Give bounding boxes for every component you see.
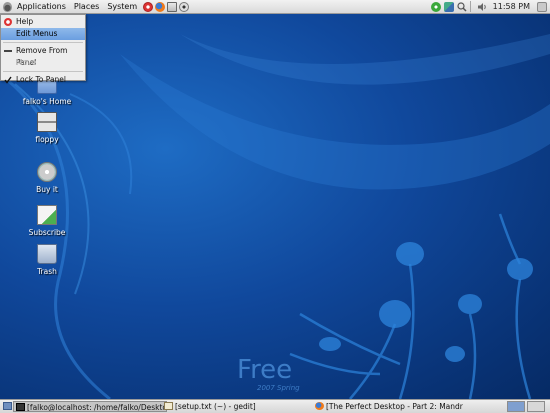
- desktop-icon-label: falko's Home: [22, 97, 72, 106]
- desktop-icon-label: Subscribe: [28, 228, 66, 237]
- volume-icon[interactable]: [477, 2, 487, 12]
- tray-separator: [469, 1, 471, 12]
- network-icon[interactable]: [443, 1, 454, 12]
- trash-icon: [37, 244, 57, 264]
- mail-icon[interactable]: [167, 1, 178, 12]
- menu-item-move: Move: [1, 57, 85, 69]
- menu-item-lock-to-panel[interactable]: Lock To Panel: [1, 74, 85, 86]
- power-icon[interactable]: [537, 1, 547, 12]
- help-lifebuoy-icon[interactable]: [143, 1, 154, 12]
- task-label: [setup.txt (~) - gedit]: [175, 402, 256, 411]
- remove-icon: [4, 50, 12, 52]
- menu-places[interactable]: Places: [70, 0, 103, 13]
- text-editor-icon: [164, 402, 173, 410]
- desktop-icon-label: Trash: [37, 267, 57, 276]
- menu-item-label: Move: [16, 58, 37, 67]
- desktop-icon-subscribe[interactable]: Subscribe: [17, 205, 77, 237]
- clock[interactable]: 11:58 PM: [493, 2, 530, 11]
- menu-separator: [3, 71, 83, 72]
- menu-item-label: Lock To Panel: [16, 75, 66, 84]
- floppy-icon: [37, 112, 57, 132]
- search-icon[interactable]: [457, 1, 467, 12]
- terminal-icon: [16, 403, 25, 411]
- update-check-icon[interactable]: [430, 1, 441, 12]
- menu-item-remove-from-panel[interactable]: Remove From Panel: [1, 45, 85, 67]
- panel-context-menu: Help Edit Menus Remove From Panel Move L…: [0, 14, 86, 84]
- menu-item-edit-menus[interactable]: Edit Menus: [1, 28, 85, 40]
- top-panel: Applications Places System 11:58 PM: [0, 0, 550, 14]
- workspace-1[interactable]: [507, 401, 525, 412]
- taskbar-button-gedit[interactable]: [setup.txt (~) - gedit]: [162, 401, 312, 412]
- wallpaper-free-text: Free: [237, 355, 292, 385]
- desktop-icon-label: Buy it: [36, 185, 58, 194]
- wallpaper-spring-text: 2007 Spring: [257, 384, 300, 392]
- bottom-panel: [falko@localhost: /home/falko/Desktop] […: [0, 399, 550, 413]
- desktop-icon-label: floppy: [35, 135, 59, 144]
- taskbar-button-firefox[interactable]: [The Perfect Desktop - Part 2: Mandri...: [313, 401, 463, 412]
- help-icon: [4, 18, 12, 26]
- menu-item-label: Edit Menus: [16, 29, 58, 38]
- menu-applications[interactable]: Applications: [13, 0, 70, 13]
- camera-icon[interactable]: [179, 1, 190, 12]
- system-tray: 11:58 PM: [428, 0, 550, 13]
- desktop-icon-floppy[interactable]: floppy: [17, 112, 77, 144]
- gnome-foot-icon: [3, 1, 12, 12]
- menu-separator: [3, 42, 83, 43]
- checkmark-icon: [4, 76, 12, 84]
- task-label: [falko@localhost: /home/falko/Desktop]: [27, 403, 167, 412]
- menu-system[interactable]: System: [103, 0, 141, 13]
- desktop-icon-buy-it[interactable]: Buy it: [17, 162, 77, 194]
- taskbar-button-terminal[interactable]: [falko@localhost: /home/falko/Desktop]: [13, 401, 167, 412]
- workspace-2[interactable]: [527, 401, 545, 412]
- task-label: [The Perfect Desktop - Part 2: Mandri...: [326, 402, 463, 411]
- firefox-icon: [315, 402, 324, 410]
- subscribe-icon: [37, 205, 57, 225]
- firefox-icon[interactable]: [155, 1, 166, 12]
- buy-cd-icon: [37, 162, 57, 182]
- menu-item-help[interactable]: Help: [1, 16, 85, 28]
- desktop-icon-trash[interactable]: Trash: [17, 244, 77, 276]
- menu-item-label: Help: [16, 17, 34, 26]
- show-desktop-icon[interactable]: [3, 402, 12, 410]
